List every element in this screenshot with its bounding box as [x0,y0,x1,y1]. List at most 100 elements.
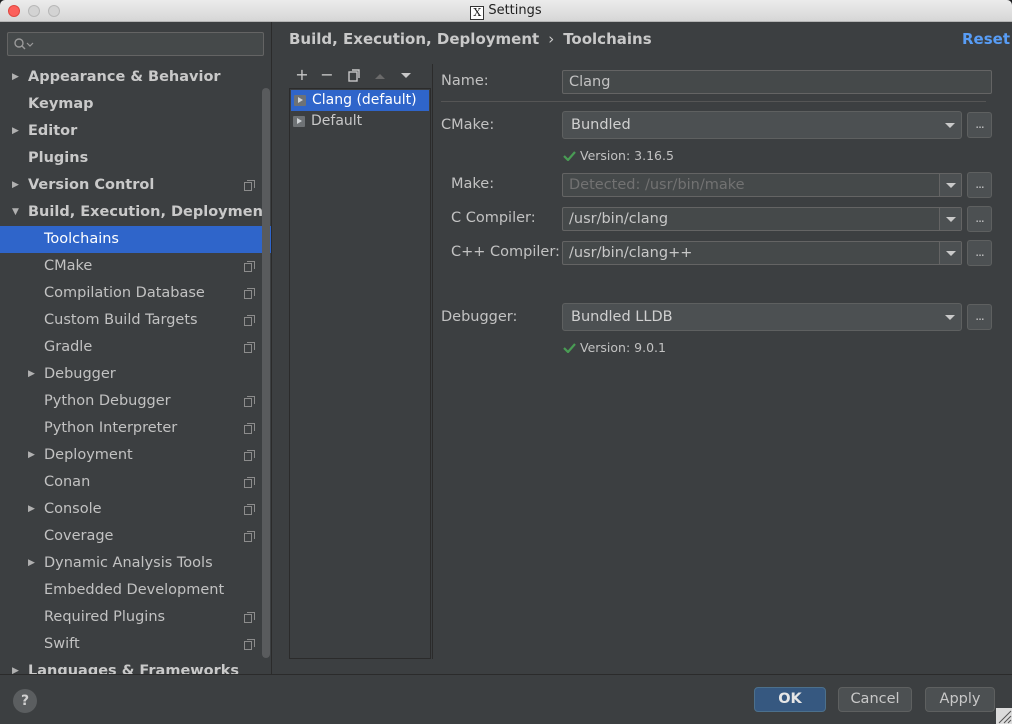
move-down-button[interactable] [397,64,415,86]
debugger-browse-button[interactable]: ... [967,304,992,330]
help-button[interactable]: ? [13,689,37,713]
sidebar-item[interactable]: Swift [0,631,271,658]
sidebar-item-label: Gradle [44,339,93,355]
c-compiler-field[interactable]: /usr/bin/clang [562,207,962,231]
title-bar: X Settings [0,0,1012,22]
cpp-compiler-dropdown-button[interactable] [939,242,961,264]
breadcrumb-parent: Build, Execution, Deployment [289,30,540,48]
make-dropdown-button[interactable] [939,174,961,196]
sidebar-item[interactable]: ▶ Editor [0,118,271,145]
sidebar-item[interactable]: ▶ Console [0,496,271,523]
sidebar-item-label: Required Plugins [44,609,166,625]
name-field[interactable]: Clang [562,70,992,94]
cancel-button[interactable]: Cancel [838,687,912,712]
ok-button[interactable]: OK [754,687,826,712]
toolchain-icon [293,116,305,127]
cpp-compiler-browse-button[interactable]: ... [967,240,992,266]
sidebar-item[interactable]: ▶ Debugger [0,361,271,388]
expand-right-icon[interactable]: ▶ [28,361,35,388]
toolchain-toolbar: + − [291,64,431,86]
window-title-wrap: X Settings [0,3,1012,20]
cmake-version: Version: 3.16.5 [563,148,674,163]
chevron-down-icon [946,217,956,222]
expand-right-icon[interactable]: ▶ [12,172,19,199]
cmake-label: CMake: [441,117,495,133]
sidebar-item[interactable]: Plugins [0,145,271,172]
remove-toolchain-button[interactable]: − [318,64,336,86]
project-settings-icon [244,315,255,326]
toolchain-item-clang[interactable]: Clang (default) [291,90,429,111]
sidebar-item[interactable]: Custom Build Targets [0,307,271,334]
chevron-down-icon [945,123,955,128]
add-toolchain-button[interactable]: + [293,64,311,86]
toolchain-item-default[interactable]: Default [290,111,430,132]
sidebar-item[interactable]: ▶ Version Control [0,172,271,199]
dialog-footer: ? OK Cancel Apply [0,674,1012,724]
expand-right-icon[interactable]: ▶ [28,550,35,577]
expand-right-icon[interactable]: ▶ [12,64,19,91]
search-input[interactable] [7,32,264,56]
project-settings-icon [244,639,255,650]
project-settings-icon [244,396,255,407]
expand-right-icon[interactable]: ▶ [12,118,19,145]
sidebar-item[interactable]: Python Interpreter [0,415,271,442]
chevron-down-icon [946,183,956,188]
sidebar-item[interactable]: CMake [0,253,271,280]
sidebar-item[interactable]: Toolchains [0,226,271,253]
sidebar-item[interactable]: ▼ Build, Execution, Deployment [0,199,271,226]
sidebar-item-label: CMake [44,258,93,274]
project-settings-icon [244,504,255,515]
make-field[interactable]: Detected: /usr/bin/make [562,173,962,197]
resize-grip[interactable] [996,708,1012,724]
sidebar-item[interactable]: Embedded Development [0,577,271,604]
arrow-down-icon [401,73,411,78]
make-browse-button[interactable]: ... [967,172,992,198]
apply-button[interactable]: Apply [925,687,995,712]
window-title: Settings [488,3,542,18]
sidebar-item[interactable]: Keymap [0,91,271,118]
arrow-up-icon [375,74,385,79]
move-up-button[interactable] [371,64,389,86]
copy-toolchain-button[interactable] [345,64,363,86]
breadcrumb: Build, Execution, Deployment › Toolchains [289,30,652,48]
cpp-compiler-field[interactable]: /usr/bin/clang++ [562,241,962,265]
cpp-compiler-value: /usr/bin/clang++ [569,245,693,261]
expand-right-icon[interactable]: ▶ [28,496,35,523]
sidebar-item[interactable]: Gradle [0,334,271,361]
sidebar-scrollbar[interactable] [262,88,270,658]
sidebar-item-label: Toolchains [44,231,119,247]
expand-down-icon[interactable]: ▼ [12,199,19,226]
sidebar-item-label: Version Control [28,177,155,193]
debugger-version: Version: 9.0.1 [563,340,666,355]
settings-sidebar: ▶ Appearance & Behavior Keymap ▶ Editor Plugi… [0,22,272,674]
project-settings-icon [244,450,255,461]
check-icon [563,343,576,353]
expand-right-icon[interactable]: ▶ [12,658,19,674]
cmake-select[interactable]: Bundled [562,111,962,139]
chevron-down-icon [946,251,956,256]
chevron-down-icon [945,315,955,320]
make-label: Make: [451,176,495,192]
c-compiler-browse-button[interactable]: ... [967,206,992,232]
c-compiler-dropdown-button[interactable] [939,208,961,230]
sidebar-item[interactable]: ▶ Dynamic Analysis Tools [0,550,271,577]
sidebar-item[interactable]: ▶ Appearance & Behavior [0,64,271,91]
reset-link[interactable]: Reset [962,30,1010,48]
cmake-browse-button[interactable]: ... [967,112,992,138]
sidebar-item-label: Debugger [44,366,116,382]
debugger-select[interactable]: Bundled LLDB [562,303,962,331]
expand-right-icon[interactable]: ▶ [28,442,35,469]
cmake-version-text: Version: 3.16.5 [580,148,674,163]
sidebar-item[interactable]: Coverage [0,523,271,550]
project-settings-icon [244,261,255,272]
sidebar-item[interactable]: ▶ Languages & Frameworks [0,658,271,674]
sidebar-item[interactable]: Compilation Database [0,280,271,307]
sidebar-item-label: Compilation Database [44,285,205,301]
sidebar-item-label: Deployment [44,447,133,463]
sidebar-item[interactable]: Python Debugger [0,388,271,415]
sidebar-item[interactable]: ▶ Deployment [0,442,271,469]
project-settings-icon [244,180,255,191]
sidebar-item[interactable]: Conan [0,469,271,496]
sidebar-item[interactable]: Required Plugins [0,604,271,631]
sidebar-item-label: Appearance & Behavior [28,69,221,85]
